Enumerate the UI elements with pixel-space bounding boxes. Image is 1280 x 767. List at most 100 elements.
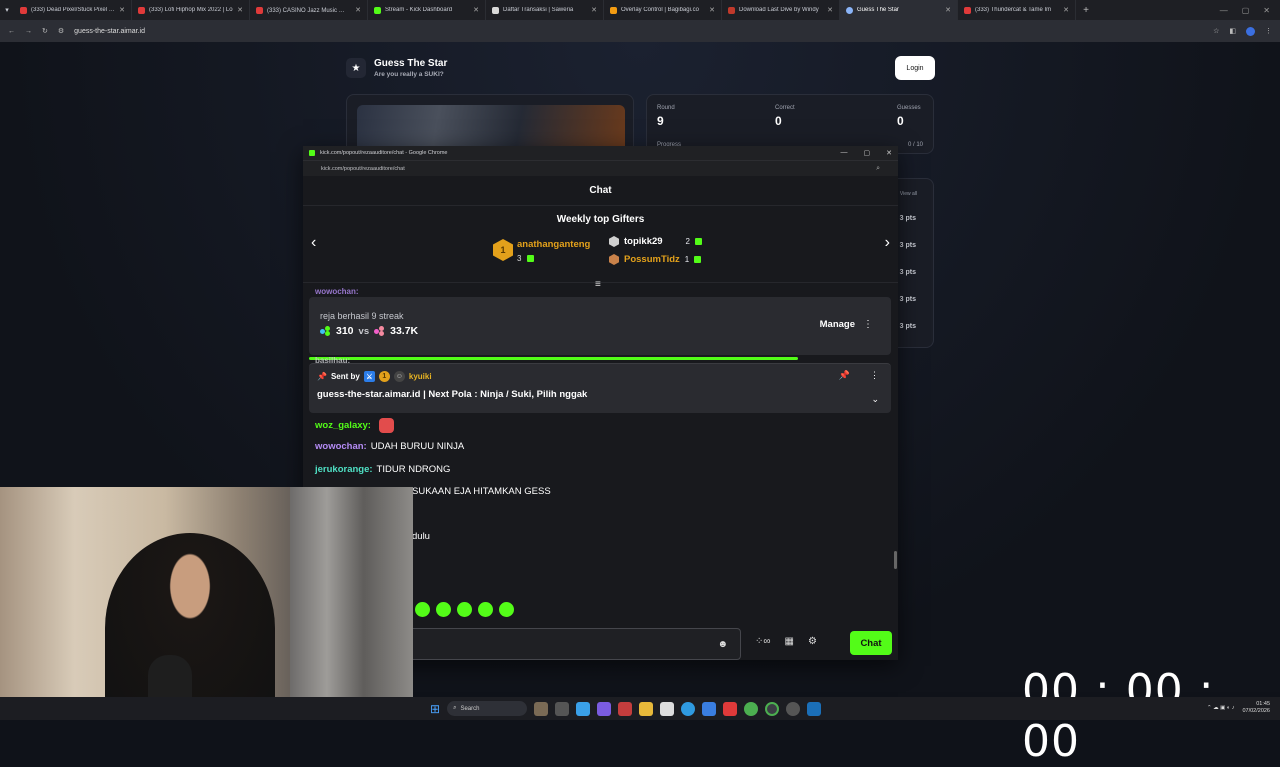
browser-tab-active[interactable]: Guess The Star ✕ (840, 0, 958, 20)
close-icon[interactable]: ✕ (827, 6, 833, 14)
maximize-icon[interactable]: ▢ (1242, 6, 1250, 15)
edge-icon[interactable] (681, 701, 696, 716)
pinned-message: 📌 Sent by ⚔ 1 ☺ kyuiki guess-the-star.ai… (309, 363, 891, 413)
gifter-name[interactable]: anathanganteng (517, 239, 590, 250)
chevron-down-icon[interactable]: ⌄ (871, 394, 879, 405)
taskbar-search[interactable]: ⌕ Search (447, 701, 528, 716)
minimize-icon[interactable]: — (1220, 6, 1228, 15)
popup-url[interactable]: kick.com/popout/rezaauditore/chat (321, 166, 405, 172)
search-icon: ⌕ (453, 705, 457, 711)
browser-tab[interactable]: Stream - Kick Dashboard ✕ (368, 0, 486, 20)
media-player-icon[interactable] (702, 701, 717, 716)
chrome-icon[interactable] (744, 701, 759, 716)
bookmark-icon[interactable]: ☆ (1213, 27, 1219, 35)
rank-badge (609, 254, 619, 265)
app-icon[interactable] (618, 701, 633, 716)
back-icon[interactable]: ← (8, 28, 15, 35)
site-info-icon[interactable]: ⚙ (58, 27, 64, 35)
extensions-icon[interactable]: ◧ (1229, 27, 1236, 35)
view-all-link[interactable]: View all (900, 191, 917, 197)
store-icon[interactable]: ▦ (785, 636, 794, 647)
browser-tab[interactable]: (333) Lofi Hiphop Mix 2022 | Lo ✕ (132, 0, 250, 20)
close-icon[interactable]: ✕ (709, 6, 715, 14)
tray-icons[interactable]: ⌃ ☁ ▣ ◐ ♪ (1207, 705, 1235, 711)
task-view-icon[interactable] (555, 701, 570, 716)
taskbar-clock[interactable]: 01:45 07/02/2026 (1242, 701, 1270, 715)
gifter-name[interactable]: PossumTidz (624, 254, 680, 265)
profile-avatar[interactable] (1246, 26, 1255, 36)
close-icon[interactable]: ✕ (119, 6, 125, 14)
close-icon[interactable]: ✕ (473, 6, 479, 14)
browser-tab[interactable]: Overlay Control | Bagibagi.co ✕ (604, 0, 722, 20)
more-options-icon[interactable]: ⋮ (863, 319, 873, 330)
emote-icon (457, 602, 472, 617)
close-icon[interactable]: ✕ (237, 6, 243, 14)
youtube-icon[interactable] (723, 701, 738, 716)
scrollbar-thumb[interactable] (894, 551, 897, 569)
close-window-icon[interactable]: ✕ (886, 149, 892, 157)
forward-icon[interactable]: → (25, 28, 32, 35)
prediction-score: 310 vs 33.7K (320, 325, 418, 337)
more-options-icon[interactable]: ⋮ (870, 370, 879, 381)
menu-icon[interactable]: ⋮ (1265, 27, 1272, 35)
browser-tab[interactable]: (333) CASINO Jazz Music 🎰 Re ✕ (250, 0, 368, 20)
kick-points-icon[interactable]: ⁘∞ (755, 636, 771, 647)
url-field[interactable]: guess-the-star.aimar.id (74, 28, 145, 35)
emote-icon (499, 602, 514, 617)
leaderboard-points: 3 pts (899, 242, 916, 249)
gifter-first: 1 anathanganteng 3 (493, 239, 590, 263)
login-button[interactable]: Login (895, 56, 935, 80)
browser-tab[interactable]: Download Last Dive by Windy ✕ (722, 0, 840, 20)
new-tab-icon[interactable]: + (1076, 5, 1096, 16)
send-chat-button[interactable]: Chat (850, 631, 892, 655)
chat-username[interactable]: jerukorange: (315, 464, 373, 475)
manage-button[interactable]: Manage (820, 319, 855, 330)
close-window-icon[interactable]: ✕ (1263, 6, 1270, 15)
store-icon[interactable] (660, 701, 675, 716)
chevron-left-icon[interactable]: ‹ (311, 234, 316, 252)
brand-title: Guess The Star (374, 58, 448, 69)
maximize-icon[interactable]: ▢ (864, 149, 871, 157)
chat-message: dulu (412, 531, 430, 542)
kick-icon (309, 150, 315, 156)
rank-badge: 1 (493, 239, 513, 261)
star-icon: ★ (346, 58, 366, 78)
download-icon (728, 6, 735, 14)
webcam-overlay (0, 487, 413, 720)
browser-tab[interactable]: (333) Thundercat & Tame Im ✕ (958, 0, 1076, 20)
zoom-icon[interactable]: ⌕ (876, 165, 880, 173)
pinned-username[interactable]: kyuiki (409, 372, 432, 381)
obs-icon[interactable] (786, 701, 801, 716)
close-icon[interactable]: ✕ (355, 6, 361, 14)
chat-text: TIDUR NDRONG (376, 464, 451, 475)
gifter-name[interactable]: topikk29 (624, 236, 663, 247)
gear-icon[interactable]: ⚙ (808, 636, 817, 647)
teams-icon[interactable] (597, 701, 612, 716)
close-icon[interactable]: ✕ (591, 6, 597, 14)
reload-icon[interactable]: ↻ (42, 27, 48, 35)
chevron-right-icon[interactable]: › (885, 234, 890, 252)
close-icon[interactable]: ✕ (945, 6, 951, 14)
taskbar-app-icon[interactable] (534, 701, 549, 716)
stats-card: Round 9 Correct 0 Guesses 0 Progress 0 /… (646, 94, 934, 154)
close-icon[interactable]: ✕ (1063, 6, 1069, 14)
brand-subtitle: Are you really a SUKI? (374, 71, 444, 78)
gifter-count: 2 (685, 237, 690, 246)
steam-icon[interactable] (807, 701, 822, 716)
youtube-icon (138, 6, 145, 14)
chrome-icon[interactable] (765, 701, 780, 716)
chat-username[interactable]: woz_galaxy: (315, 420, 371, 431)
chat-username: wowochan: (315, 287, 359, 296)
tab-list-icon[interactable]: ▾ (0, 6, 14, 14)
minimize-icon[interactable]: — (841, 149, 848, 157)
file-explorer-icon[interactable] (639, 701, 654, 716)
emote-icon (378, 418, 394, 433)
chat-username[interactable]: wowochan: (315, 441, 367, 452)
browser-tab[interactable]: Daftar Transaksi | Saweria ✕ (486, 0, 604, 20)
emoji-picker-icon[interactable]: ☻ (717, 639, 728, 650)
copilot-icon[interactable] (576, 701, 591, 716)
unpin-icon[interactable]: 📌 (839, 370, 850, 381)
windows-start-icon[interactable]: ⊞ (430, 702, 440, 716)
browser-tab-bar: ▾ (333) Dead Pixel/Stuck Pixel Sc ✕ (333)… (0, 0, 1280, 20)
browser-tab[interactable]: (333) Dead Pixel/Stuck Pixel Sc ✕ (14, 0, 132, 20)
